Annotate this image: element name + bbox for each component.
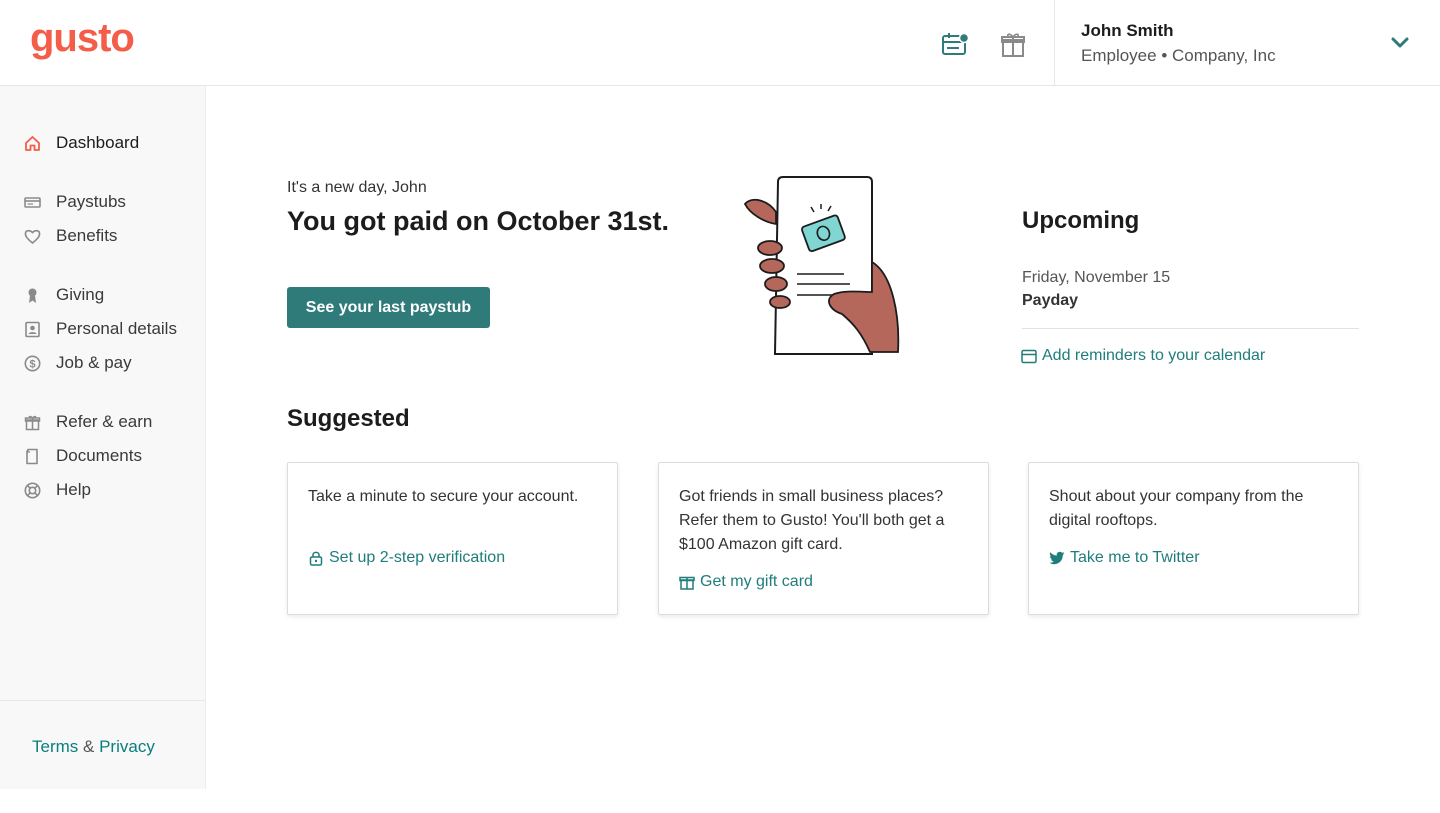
sidebar-item-label: Help bbox=[56, 480, 91, 499]
user-name: John Smith bbox=[1081, 21, 1174, 40]
calendar-notification-icon[interactable] bbox=[941, 30, 969, 58]
chevron-down-icon[interactable] bbox=[1390, 33, 1410, 53]
suggestion-card-security: Take a minute to secure your account. Se… bbox=[287, 462, 618, 615]
upcoming-date: Friday, November 15 bbox=[1022, 269, 1171, 286]
sidebar-item-label: Personal details bbox=[56, 319, 177, 338]
sidebar-item-label: Dashboard bbox=[56, 133, 140, 152]
sidebar-item-giving[interactable]: Giving bbox=[0, 280, 205, 310]
document-icon bbox=[26, 448, 38, 465]
sidebar-item-documents[interactable]: Documents bbox=[0, 441, 205, 471]
dollar-icon: $ bbox=[24, 355, 41, 372]
paystub-icon bbox=[24, 197, 41, 208]
id-card-icon bbox=[25, 321, 40, 338]
heart-icon bbox=[24, 229, 41, 245]
see-last-paystub-button[interactable]: See your last paystub bbox=[287, 287, 490, 328]
sidebar-item-label: Giving bbox=[56, 285, 105, 304]
divider bbox=[1022, 328, 1359, 329]
privacy-link[interactable]: Privacy bbox=[99, 737, 155, 756]
greeting-text: It's a new day, John bbox=[287, 179, 427, 196]
sidebar-item-benefits[interactable]: Benefits bbox=[0, 221, 205, 251]
suggestion-card-referral: Got friends in small business places? Re… bbox=[658, 462, 989, 615]
card-text: Shout about your company from the digita… bbox=[1049, 488, 1304, 529]
sidebar-item-label: Job & pay bbox=[56, 353, 132, 372]
phone-payment-illustration bbox=[743, 176, 900, 355]
setup-2fa-link[interactable]: Set up 2-step verification bbox=[308, 549, 505, 567]
top-header: gusto John Smith Employee • Company, Inc bbox=[0, 0, 1440, 86]
sidebar-footer: Terms & Privacy bbox=[0, 700, 205, 789]
upcoming-event: Payday bbox=[1022, 292, 1079, 309]
card-text: Take a minute to secure your account. bbox=[308, 488, 579, 505]
card-link-label: Get my gift card bbox=[700, 573, 813, 590]
add-calendar-reminders-link[interactable]: Add reminders to your calendar bbox=[1021, 347, 1265, 365]
get-gift-card-link[interactable]: Get my gift card bbox=[679, 573, 813, 591]
sidebar-item-refer-earn[interactable]: Refer & earn bbox=[0, 407, 205, 437]
ribbon-icon bbox=[28, 288, 37, 303]
suggested-title: Suggested bbox=[287, 405, 410, 432]
footer-links: Terms & Privacy bbox=[32, 737, 155, 757]
sidebar-item-job-pay[interactable]: $ Job & pay bbox=[0, 348, 205, 378]
user-role-company: Employee • Company, Inc bbox=[1081, 46, 1276, 65]
sidebar-nav: Dashboard Paystubs Benefits Giving Perso… bbox=[0, 86, 206, 789]
sidebar-item-label: Paystubs bbox=[56, 192, 126, 211]
gift-icon bbox=[24, 415, 41, 431]
suggestion-card-twitter: Shout about your company from the digita… bbox=[1028, 462, 1359, 615]
lifebuoy-icon bbox=[24, 482, 41, 499]
gusto-logo[interactable]: gusto bbox=[30, 18, 135, 58]
footer-ampersand: & bbox=[83, 737, 95, 756]
sidebar-item-personal-details[interactable]: Personal details bbox=[0, 314, 205, 344]
sidebar-item-help[interactable]: Help bbox=[0, 475, 205, 505]
card-link-label: Set up 2-step verification bbox=[329, 549, 506, 566]
card-link-label: Take me to Twitter bbox=[1070, 549, 1200, 566]
calendar-link-label: Add reminders to your calendar bbox=[1042, 347, 1266, 364]
calendar-icon bbox=[1021, 349, 1037, 364]
twitter-link[interactable]: Take me to Twitter bbox=[1049, 549, 1200, 567]
sidebar-item-label: Benefits bbox=[56, 226, 118, 245]
sidebar-item-label: Refer & earn bbox=[56, 412, 153, 431]
card-text: Got friends in small business places? Re… bbox=[679, 488, 945, 553]
home-icon bbox=[25, 136, 40, 151]
page-title: You got paid on October 31st. bbox=[287, 206, 670, 236]
lock-icon bbox=[309, 551, 323, 566]
upcoming-title: Upcoming bbox=[1022, 207, 1140, 234]
sidebar-item-label: Documents bbox=[56, 446, 142, 465]
gift-icon[interactable] bbox=[999, 30, 1027, 58]
sidebar-item-dashboard[interactable]: Dashboard bbox=[0, 128, 205, 158]
twitter-icon bbox=[1049, 551, 1065, 565]
sidebar-item-paystubs[interactable]: Paystubs bbox=[0, 187, 205, 217]
user-menu[interactable]: John Smith Employee • Company, Inc bbox=[1054, 0, 1440, 86]
terms-link[interactable]: Terms bbox=[32, 737, 78, 756]
svg-text:$: $ bbox=[29, 359, 35, 371]
gift-icon bbox=[679, 576, 695, 590]
